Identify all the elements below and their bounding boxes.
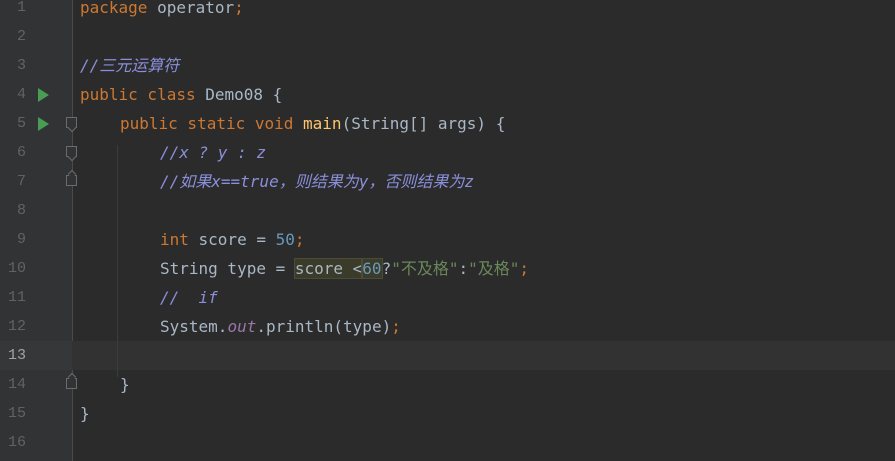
code-token: //三元运算符	[80, 56, 180, 75]
line-number: 7	[16, 173, 26, 190]
line-number: 12	[7, 318, 26, 335]
code-editor[interactable]: 1 package operator; 2 3 //三元运算符 4 public class…	[0, 0, 895, 461]
code-text[interactable]: //x ? y : z	[160, 138, 266, 167]
code-line[interactable]: 7 //如果x==true，则结果为y，否则结果为z	[0, 167, 895, 196]
code-token: ?	[381, 259, 392, 278]
line-number: 4	[16, 86, 26, 103]
code-text[interactable]: // if	[160, 283, 218, 312]
code-line[interactable]: 1 package operator;	[0, 0, 895, 22]
code-token: :	[458, 259, 469, 278]
code-token: int	[160, 230, 199, 249]
code-token: ;	[294, 230, 305, 249]
code-token: package	[80, 0, 148, 17]
code-line[interactable]: 9 int score = 50;	[0, 225, 895, 254]
line-number: 6	[16, 144, 26, 161]
line-number: 13	[7, 347, 26, 364]
code-line[interactable]: 15}	[0, 399, 895, 428]
line-number: 15	[7, 405, 26, 422]
code-text[interactable]: }	[80, 399, 90, 428]
code-line[interactable]: 13	[0, 341, 895, 370]
code-line[interactable]: 6 //x ? y : z	[0, 138, 895, 167]
run-triangle-icon[interactable]	[38, 88, 49, 102]
code-token: out	[227, 317, 257, 336]
code-line[interactable]: 14}	[0, 370, 895, 399]
code-token: }	[80, 404, 90, 423]
code-token: score =	[198, 230, 276, 249]
code-token: ;	[391, 317, 401, 336]
line-number: 10	[7, 260, 26, 277]
code-text[interactable]: //三元运算符	[80, 51, 179, 80]
code-token: "不及格"	[391, 259, 459, 278]
fold-open-icon[interactable]	[66, 117, 77, 128]
code-token: public static void	[120, 114, 304, 133]
code-text[interactable]: int score = 50;	[160, 225, 305, 254]
line-number: 11	[7, 289, 26, 306]
highlighted-token: score <	[293, 258, 364, 279]
highlighted-token: 60	[361, 258, 383, 279]
fold-open-icon[interactable]	[66, 146, 77, 157]
code-token: .println(type)	[256, 317, 392, 336]
code-text[interactable]: String type = score <60?"不及格":"及格";	[160, 254, 529, 283]
code-token: ;	[519, 259, 530, 278]
code-line[interactable]: 10 String type = score <60?"不及格":"及格";	[0, 254, 895, 283]
code-token: (String[] args) {	[341, 114, 506, 133]
code-line[interactable]: 5 public static void main(String[] args) …	[0, 109, 895, 138]
code-token: public class	[80, 85, 206, 104]
line-number: 14	[7, 376, 26, 393]
indent-guide	[117, 145, 118, 377]
line-number: 8	[16, 202, 26, 219]
code-text[interactable]: package operator;	[80, 0, 244, 22]
code-text[interactable]: }	[120, 370, 130, 399]
code-token: ;	[234, 0, 244, 17]
code-token: //x ? y : z	[160, 143, 266, 162]
fold-close-icon[interactable]	[66, 378, 77, 389]
code-token: main	[303, 114, 342, 133]
code-text[interactable]: System.out.println(type);	[160, 312, 401, 341]
line-number: 16	[7, 434, 26, 451]
code-token: //如果x==true，则结果为y，否则结果为z	[160, 172, 474, 191]
code-token: System.	[160, 317, 228, 336]
code-token: "及格"	[468, 259, 520, 278]
code-line[interactable]: 12 System.out.println(type);	[0, 312, 895, 341]
code-token: }	[120, 375, 130, 394]
code-line[interactable]: 16	[0, 428, 895, 457]
code-text[interactable]: public class Demo08 {	[80, 80, 282, 109]
code-token: // if	[160, 288, 218, 307]
run-triangle-icon[interactable]	[38, 117, 49, 131]
code-token: 50	[275, 230, 295, 249]
code-line[interactable]: 11 // if	[0, 283, 895, 312]
line-number: 1	[16, 0, 26, 16]
code-line[interactable]: 8	[0, 196, 895, 225]
code-text[interactable]: //如果x==true，则结果为y，否则结果为z	[160, 167, 474, 196]
fold-close-icon[interactable]	[66, 175, 77, 186]
line-number: 3	[16, 57, 26, 74]
code-token: Demo08 {	[205, 85, 283, 104]
code-line[interactable]: 4 public class Demo08 {	[0, 80, 895, 109]
code-text[interactable]: public static void main(String[] args) {	[120, 109, 505, 138]
code-line[interactable]: 3 //三元运算符	[0, 51, 895, 80]
line-number: 5	[16, 115, 26, 132]
line-number: 9	[16, 231, 26, 248]
code-token: operator	[147, 0, 235, 17]
code-token: String type =	[160, 259, 295, 278]
line-number: 2	[16, 28, 26, 45]
code-line[interactable]: 2	[0, 22, 895, 51]
